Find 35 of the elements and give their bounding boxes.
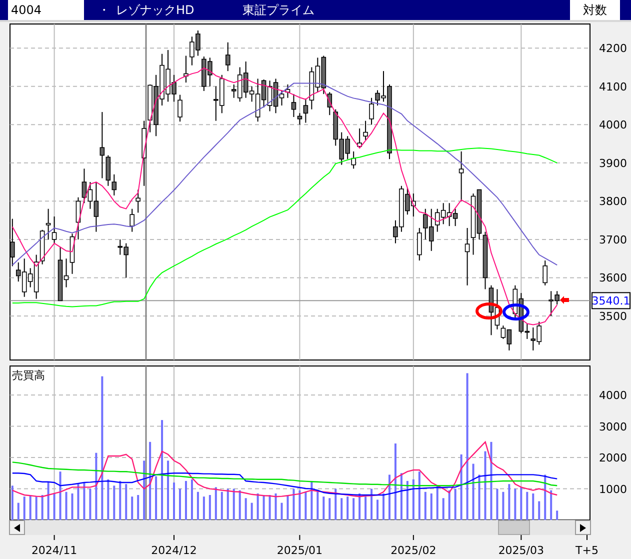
axis-label: 3700 bbox=[599, 233, 627, 246]
candlestick bbox=[225, 42, 230, 72]
axis-label: 2000 bbox=[599, 452, 627, 465]
axis-label: 2024/12 bbox=[151, 544, 197, 557]
bullet: ・ bbox=[98, 2, 110, 19]
axis-label: 4200 bbox=[599, 42, 627, 56]
axis-label: 2025/01 bbox=[276, 544, 323, 557]
axis-label: 1000 bbox=[599, 482, 627, 496]
candlestick bbox=[458, 150, 464, 202]
axis-label: 2024/11 bbox=[31, 544, 78, 557]
axis-label: 3900 bbox=[599, 156, 627, 170]
axis-label: 2025/03 bbox=[498, 544, 544, 557]
axis-label: 3000 bbox=[599, 420, 627, 434]
axis-label: T+5 bbox=[576, 544, 598, 557]
scrollbar-thumb[interactable] bbox=[498, 520, 530, 535]
chart-title: 売買高 bbox=[12, 369, 45, 382]
axis-label: 2025/02 bbox=[390, 544, 436, 557]
scroll-left-button[interactable] bbox=[9, 520, 25, 535]
market-name: 東証プライム bbox=[242, 2, 314, 19]
axis-label: 4100 bbox=[599, 80, 627, 94]
price-label: 3540.1 bbox=[592, 292, 630, 310]
axis-label: 4000 bbox=[599, 118, 627, 132]
candlestick bbox=[542, 260, 548, 286]
left-arrow-icon bbox=[14, 524, 20, 532]
axis-label: 4000 bbox=[599, 389, 627, 402]
header-block bbox=[0, 0, 8, 20]
axis-label: 3600 bbox=[599, 272, 627, 285]
scale-button[interactable]: 対数 bbox=[570, 0, 620, 20]
scroll-right-button[interactable] bbox=[575, 520, 591, 535]
stock-code-field[interactable]: 4004 bbox=[8, 0, 84, 20]
axis-label: 3500 bbox=[599, 310, 627, 323]
axis-label: 3800 bbox=[599, 195, 627, 208]
stock-name: レゾナックHD bbox=[116, 2, 194, 19]
header-block bbox=[620, 0, 631, 20]
right-arrow-icon bbox=[580, 524, 586, 532]
